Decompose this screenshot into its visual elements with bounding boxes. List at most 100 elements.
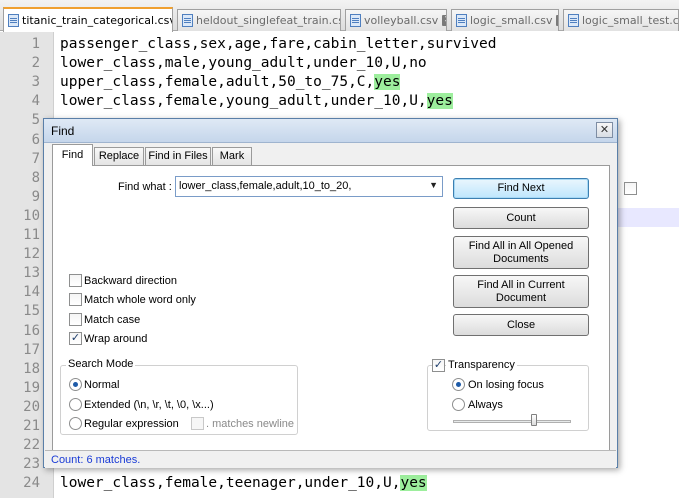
tab-find[interactable]: Find xyxy=(52,144,93,166)
on-losing-focus-radio[interactable] xyxy=(452,378,465,391)
line-text: lower_class,female,teenager,under_10,U,y… xyxy=(60,474,427,493)
line-text-content: lower_class,female,teenager,under_10,U, xyxy=(60,475,401,492)
find-next-extra-checkbox[interactable] xyxy=(624,182,637,195)
tab-titanic-train-categorical[interactable]: titanic_train_categorical.csv ✕ xyxy=(3,7,173,32)
chevron-down-icon[interactable]: ▼ xyxy=(429,180,438,190)
match-highlight: yes xyxy=(374,74,401,91)
editor-line: 1 passenger_class,sex,age,fare,cabin_lett… xyxy=(0,35,679,54)
tab-mark[interactable]: Mark xyxy=(212,147,252,165)
tab-volleyball[interactable]: volleyball.csv ✕ xyxy=(345,9,447,31)
line-number: 7 xyxy=(31,150,40,167)
line-text-content: lower_class,male,young_adult,under_10,U,… xyxy=(60,55,427,72)
match-case-checkbox[interactable] xyxy=(69,313,82,326)
count-button[interactable]: Count xyxy=(453,207,589,229)
backward-direction-checkbox[interactable] xyxy=(69,274,82,287)
transparency-slider[interactable] xyxy=(453,420,571,423)
line-number: 6 xyxy=(31,131,40,148)
tab-heldout-singlefeat-train[interactable]: heldout_singlefeat_train.csv ✕ xyxy=(177,9,341,31)
line-number: 22 xyxy=(23,437,40,454)
tab-label: titanic_train_categorical.csv xyxy=(22,14,173,27)
editor-line: 3 upper_class,female,adult,50_to_75,C,yes xyxy=(0,73,679,92)
file-icon xyxy=(182,14,193,27)
line-number: 15 xyxy=(23,303,40,320)
editor-line: 24 lower_class,female,teenager,under_10,U… xyxy=(0,474,679,493)
match-case-label: Match case xyxy=(84,314,141,326)
line-number: 23 xyxy=(23,456,40,473)
editor-line: 4 lower_class,female,young_adult,under_10… xyxy=(0,92,679,111)
line-number: 10 xyxy=(23,207,40,224)
find-dialog: Find ✕ Find Replace Find in Files Mark F… xyxy=(43,118,637,468)
tab-label: heldout_singlefeat_train.csv xyxy=(196,14,341,27)
line-number: 2 xyxy=(31,55,40,72)
line-text: upper_class,female,adult,50_to_75,C,yes xyxy=(60,73,401,92)
always-radio[interactable] xyxy=(452,398,465,411)
close-icon[interactable]: ✕ xyxy=(556,15,558,26)
line-number: 11 xyxy=(23,227,40,243)
line-number: 20 xyxy=(23,398,40,415)
line-number: 16 xyxy=(23,322,40,339)
line-number: 1 xyxy=(31,36,40,52)
match-whole-word-checkbox[interactable] xyxy=(69,293,82,306)
file-icon xyxy=(568,14,579,27)
line-number: 3 xyxy=(31,74,40,91)
line-number: 4 xyxy=(31,93,40,110)
line-number: 13 xyxy=(23,265,40,282)
tab-logic-small-test[interactable]: logic_small_test.csv xyxy=(563,9,679,31)
line-text: passenger_class,sex,age,fare,cabin_lette… xyxy=(60,35,497,54)
document-tab-bar: titanic_train_categorical.csv ✕ heldout_… xyxy=(0,0,679,32)
editor-line: 2 lower_class,male,young_adult,under_10,U… xyxy=(0,54,679,73)
on-losing-focus-label: On losing focus xyxy=(468,379,544,391)
line-number: 21 xyxy=(23,418,40,434)
search-mode-title: Search Mode xyxy=(66,358,136,370)
tab-logic-small[interactable]: logic_small.csv ✕ xyxy=(451,9,559,31)
line-text-content: upper_class,female,adult,50_to_75,C, xyxy=(60,74,375,91)
close-icon[interactable]: ✕ xyxy=(442,15,446,26)
transparency-slider-thumb[interactable] xyxy=(530,414,537,426)
line-number: 12 xyxy=(23,246,40,263)
regex-mode-radio[interactable] xyxy=(69,417,82,430)
line-text-content: passenger_class,sex,age,fare,cabin_lette… xyxy=(60,36,497,52)
file-icon xyxy=(8,14,19,27)
find-status-text: Count: 6 matches. xyxy=(51,454,141,466)
match-highlight: yes xyxy=(400,475,427,492)
line-text: lower_class,male,young_adult,under_10,U,… xyxy=(60,54,427,73)
dialog-status-bar: Count: 6 matches. xyxy=(45,450,616,468)
line-number: 8 xyxy=(31,169,40,186)
find-all-opened-button[interactable]: Find All in All Opened Documents xyxy=(453,236,589,269)
line-number: 18 xyxy=(23,360,40,377)
find-next-button[interactable]: Find Next xyxy=(453,178,589,199)
close-button[interactable]: Close xyxy=(453,314,589,336)
wrap-around-checkbox[interactable]: ✓ xyxy=(69,332,82,345)
tab-label: volleyball.csv xyxy=(364,14,439,27)
find-all-current-button[interactable]: Find All in Current Document xyxy=(453,275,589,308)
transparency-title: Transparency xyxy=(446,359,517,371)
find-what-input[interactable]: lower_class,female,adult,10_to_20, ▼ xyxy=(175,176,443,197)
matches-newline-checkbox[interactable] xyxy=(191,417,204,430)
file-icon xyxy=(350,14,361,27)
normal-mode-radio[interactable] xyxy=(69,378,82,391)
tab-label: logic_small_test.csv xyxy=(582,14,679,27)
dialog-title: Find xyxy=(51,124,75,138)
line-number: 17 xyxy=(23,341,40,358)
normal-mode-label: Normal xyxy=(84,379,120,391)
matches-newline-label: . matches newline xyxy=(206,418,295,430)
file-icon xyxy=(456,14,467,27)
line-number: 19 xyxy=(23,379,40,396)
tab-replace[interactable]: Replace xyxy=(94,147,144,165)
line-number: 9 xyxy=(31,188,40,205)
find-what-value: lower_class,female,adult,10_to_20, xyxy=(179,180,352,192)
backward-direction-label: Backward direction xyxy=(84,275,177,287)
match-highlight: yes xyxy=(426,93,453,110)
line-number: 5 xyxy=(31,112,40,129)
line-text: lower_class,female,young_adult,under_10,… xyxy=(60,92,453,111)
extended-mode-label: Extended (\n, \r, \t, \0, \x...) xyxy=(84,399,214,411)
line-number: 14 xyxy=(23,284,40,301)
tab-find-in-files[interactable]: Find in Files xyxy=(145,147,211,165)
regex-mode-label: Regular expression xyxy=(84,418,179,430)
line-text-content: lower_class,female,young_adult,under_10,… xyxy=(60,93,427,110)
dialog-titlebar[interactable]: Find ✕ xyxy=(44,119,617,143)
extended-mode-radio[interactable] xyxy=(69,398,82,411)
wrap-around-label: Wrap around xyxy=(84,333,148,345)
dialog-close-button[interactable]: ✕ xyxy=(596,122,613,138)
transparency-checkbox[interactable]: ✓ xyxy=(432,359,445,372)
